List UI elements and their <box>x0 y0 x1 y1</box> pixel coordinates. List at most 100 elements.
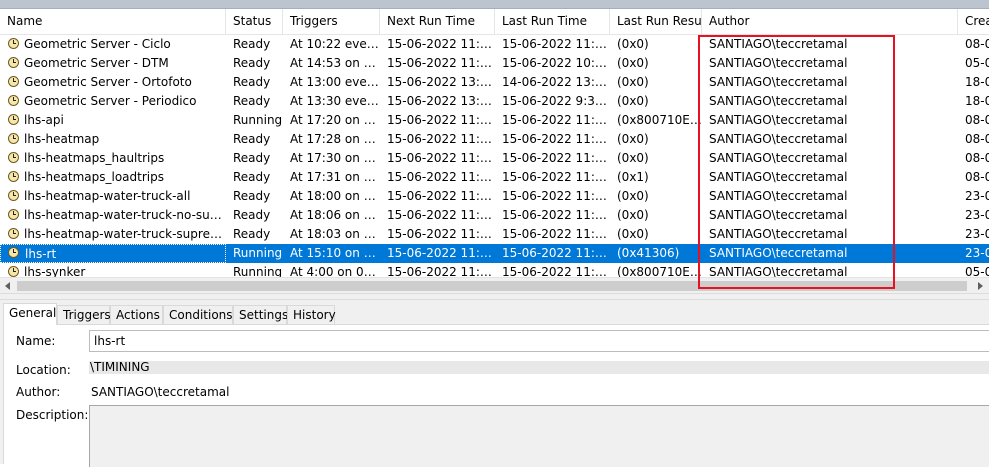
task-author: SANTIAGO\teccretamal <box>709 113 848 127</box>
column-header-created[interactable]: Crea <box>958 9 989 34</box>
tab-history[interactable]: History <box>287 305 336 324</box>
task-last-run-result: (0x0) <box>617 189 649 203</box>
task-created: 08-0 <box>965 37 989 51</box>
task-triggers: At 17:30 on 08… <box>290 151 380 165</box>
task-created: 05-0 <box>965 56 989 70</box>
table-row[interactable]: lhs-heatmap Ready At 17:28 on 08… 15-06-202… <box>0 130 989 149</box>
task-next-run-time: 15-06-2022 13:00:00 <box>387 75 495 89</box>
scrollbar-thumb[interactable] <box>17 281 967 291</box>
task-author: SANTIAGO\teccretamal <box>709 246 848 260</box>
task-last-run-result: (0x0) <box>617 208 649 222</box>
tab-triggers[interactable]: Triggers <box>57 305 111 324</box>
tab-actions[interactable]: Actions <box>110 305 163 324</box>
task-last-run-result: (0x800710E0) <box>617 113 702 127</box>
window-top-strip <box>0 0 989 9</box>
task-created: 08-0 <box>965 170 989 184</box>
task-created: 08-0 <box>965 132 989 146</box>
location-value: \TIMINING <box>90 360 150 374</box>
column-header-last-run-result[interactable]: Last Run Result <box>610 9 702 34</box>
task-created: 23-0 <box>965 246 989 260</box>
task-next-run-time: 15-06-2022 11:48:00 <box>387 227 495 241</box>
task-last-run-result: (0x0) <box>617 75 649 89</box>
table-row[interactable]: Geometric Server - DTM Ready At 14:53 on 0… <box>0 54 989 73</box>
task-next-run-time: 15-06-2022 11:45:00 <box>387 189 495 203</box>
task-last-run-result: (0x0) <box>617 132 649 146</box>
task-triggers: At 17:20 on 08… <box>290 113 380 127</box>
task-next-run-time: 15-06-2022 11:50:53 <box>387 246 495 260</box>
name-field[interactable]: lhs-rt <box>89 330 989 352</box>
task-last-run-result: (0x0) <box>617 227 649 241</box>
task-created: 08-0 <box>965 113 989 127</box>
task-list[interactable]: Name Status Triggers Next Run Time Last … <box>0 9 989 293</box>
table-row[interactable]: Geometric Server - Ortofoto Ready At 13:00… <box>0 73 989 92</box>
task-last-run-time: 15-06-2022 9:30:05 <box>502 94 610 108</box>
horizontal-scrollbar[interactable] <box>0 277 989 293</box>
task-triggers: At 13:30 every … <box>290 94 380 108</box>
task-status: Ready <box>233 170 271 184</box>
task-triggers: At 10:22 every … <box>290 37 380 51</box>
table-row[interactable]: lhs-heatmaps_haultrips Ready At 17:30 on 0… <box>0 149 989 168</box>
table-row[interactable]: lhs-rt Running At 15:10 on 23… 15-06-2022 1… <box>0 244 989 263</box>
column-header-next-run-time[interactable]: Next Run Time <box>380 9 495 34</box>
task-status: Ready <box>233 56 271 70</box>
task-created: 23-0 <box>965 189 989 203</box>
task-last-run-time: 15-06-2022 11:40:31 <box>502 113 610 127</box>
table-row[interactable]: lhs-heatmap-water-truck-no-supres… Ready A… <box>0 206 989 225</box>
table-row[interactable]: Geometric Server - Periodico Ready At 13:3… <box>0 92 989 111</box>
task-created: 08-0 <box>965 151 989 165</box>
task-name: lhs-heatmap-water-truck-no-supres… <box>24 208 226 222</box>
task-created: 23-0 <box>965 227 989 241</box>
description-label: Description: <box>16 408 89 422</box>
table-row[interactable]: lhs-heatmaps_loadtrips Ready At 17:31 on 0… <box>0 168 989 187</box>
column-header-author[interactable]: Author <box>702 9 958 34</box>
task-next-run-time: 15-06-2022 11:46:03 <box>387 170 495 184</box>
task-last-run-time: 15-06-2022 11:40:54 <box>502 246 610 260</box>
task-triggers: At 13:00 every … <box>290 75 380 89</box>
task-last-run-time: 15-06-2022 11:43:27 <box>502 132 610 146</box>
task-status: Ready <box>233 94 271 108</box>
task-name: lhs-heatmap <box>24 132 100 146</box>
tab-conditions[interactable]: Conditions <box>163 305 233 324</box>
pane-splitter[interactable] <box>0 293 989 300</box>
table-row[interactable]: lhs-heatmap-water-truck-supressor Ready At… <box>0 225 989 244</box>
task-name: lhs-heatmaps_haultrips <box>24 151 165 165</box>
table-row[interactable]: lhs-heatmap-water-truck-all Ready At 18:00… <box>0 187 989 206</box>
column-header-status[interactable]: Status <box>226 9 283 34</box>
task-name: lhs-heatmap-water-truck-all <box>24 189 191 203</box>
task-created: 23-0 <box>965 208 989 222</box>
task-next-run-time: 15-06-2022 11:52:02 <box>387 37 495 51</box>
tab-general[interactable]: General <box>3 303 57 325</box>
name-label: Name: <box>16 334 56 348</box>
task-author: SANTIAGO\teccretamal <box>709 37 848 51</box>
task-status: Running <box>233 246 283 260</box>
scroll-left-arrow-icon[interactable] <box>5 282 10 290</box>
description-field[interactable] <box>89 405 989 467</box>
task-next-run-time: 15-06-2022 11:51:00 <box>387 208 495 222</box>
task-last-run-time: 14-06-2022 13:00:01 <box>502 75 610 89</box>
task-status: Ready <box>233 189 271 203</box>
task-next-run-time: 15-06-2022 11:53:17 <box>387 56 495 70</box>
task-last-run-result: (0x0) <box>617 37 649 51</box>
task-last-run-time: 15-06-2022 11:37:03 <box>502 37 610 51</box>
location-value-background <box>89 361 989 374</box>
task-name: Geometric Server - Ortofoto <box>24 75 192 89</box>
column-header-row: Name Status Triggers Next Run Time Last … <box>0 9 989 35</box>
task-last-run-time: 15-06-2022 11:31:03 <box>502 170 610 184</box>
task-author: SANTIAGO\teccretamal <box>709 227 848 241</box>
column-header-name[interactable]: Name <box>0 9 226 34</box>
task-name: lhs-heatmap-water-truck-supressor <box>24 227 226 241</box>
tab-settings[interactable]: Settings <box>233 305 288 324</box>
table-row[interactable]: Geometric Server - Ciclo Ready At 10:22 ev… <box>0 35 989 54</box>
task-name: lhs-heatmaps_loadtrips <box>24 170 164 184</box>
task-triggers: At 18:00 on 23… <box>290 189 380 203</box>
scroll-right-arrow-icon[interactable] <box>978 282 983 290</box>
task-status: Ready <box>233 151 271 165</box>
task-triggers: At 17:28 on 08… <box>290 132 380 146</box>
column-header-triggers[interactable]: Triggers <box>283 9 380 34</box>
task-author: SANTIAGO\teccretamal <box>709 170 848 184</box>
task-triggers: At 17:31 on 08… <box>290 170 380 184</box>
table-row[interactable]: lhs-api Running At 17:20 on 08… 15-06-2022 … <box>0 111 989 130</box>
task-author: SANTIAGO\teccretamal <box>709 75 848 89</box>
task-author: SANTIAGO\teccretamal <box>709 189 848 203</box>
column-header-last-run-time[interactable]: Last Run Time <box>495 9 610 34</box>
